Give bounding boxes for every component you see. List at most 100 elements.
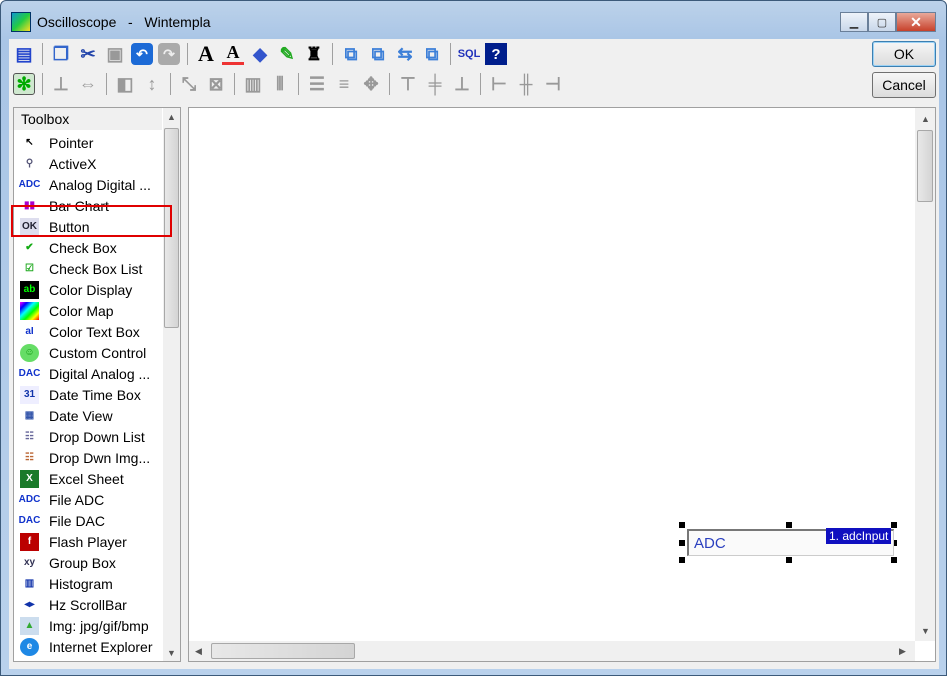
check-box-icon: ✔ bbox=[20, 238, 39, 257]
custom-control-icon: ☺ bbox=[20, 343, 39, 362]
cut-icon[interactable]: ✂ bbox=[77, 43, 99, 65]
close-button[interactable]: ✕ bbox=[896, 12, 936, 32]
date-time-box-icon: 31 bbox=[20, 385, 39, 404]
screw-icon[interactable]: ♜ bbox=[303, 43, 325, 65]
toolbox-item[interactable]: ◂▸ Hz ScrollBar bbox=[14, 594, 164, 615]
send-back-icon[interactable]: ⧉ bbox=[367, 43, 389, 65]
toolbox-item[interactable]: DAC Digital Analog ... bbox=[14, 363, 164, 384]
shrink-icon[interactable]: ⊠ bbox=[205, 73, 227, 95]
histogram-icon: ▥ bbox=[24, 578, 35, 589]
toolbox-item[interactable]: aI Color Text Box bbox=[14, 321, 164, 342]
toolbox-item[interactable]: ADC File ADC bbox=[14, 489, 164, 510]
toolbox-item[interactable]: ⚲ ActiveX bbox=[14, 153, 164, 174]
excel-icon: X bbox=[20, 469, 39, 488]
paste-icon[interactable]: ▣ bbox=[104, 43, 126, 65]
fill-color-icon[interactable]: ◆ bbox=[249, 43, 271, 65]
toolbox-scrollbar[interactable]: ▲ ▼ bbox=[163, 108, 180, 661]
align-top-icon[interactable]: ⊤ bbox=[397, 73, 419, 95]
toolbox-item-label: Histogram bbox=[49, 575, 113, 592]
shrink-icon[interactable]: ⤡ bbox=[178, 73, 200, 95]
tab-order-icon[interactable]: ✻ bbox=[13, 73, 35, 95]
space-v-icon[interactable]: ≡ bbox=[333, 73, 355, 95]
toolbox-item-label: Img: jpg/gif/bmp bbox=[49, 617, 149, 634]
align-icon[interactable]: ↕ bbox=[141, 73, 163, 95]
ok-button[interactable]: OK bbox=[872, 41, 936, 67]
center-icon[interactable]: ✥ bbox=[360, 73, 382, 95]
toolbox-item[interactable]: ✔ Check Box bbox=[14, 237, 164, 258]
undo-icon[interactable]: ↶ bbox=[131, 43, 153, 65]
design-canvas[interactable]: ADC 1. adcInput ▲ ▼ ◀ ▶ bbox=[188, 107, 936, 662]
toolbox-item[interactable]: ▦ Date View bbox=[14, 405, 164, 426]
selection-highlight bbox=[11, 205, 172, 237]
swap-icon[interactable]: ⇆ bbox=[394, 43, 416, 65]
hz-scrollbar-icon: ◂▸ bbox=[24, 599, 35, 610]
align-left-icon[interactable]: ⊢ bbox=[488, 73, 510, 95]
date-view-icon: ▦ bbox=[24, 410, 35, 421]
toolbox-item[interactable]: ↖ Pointer bbox=[14, 132, 164, 153]
order-icon[interactable]: ⧉ bbox=[421, 43, 443, 65]
toolbox-item[interactable]: ▥ Histogram bbox=[14, 573, 164, 594]
canvas-hscrollbar[interactable]: ◀ ▶ bbox=[189, 641, 915, 661]
toolbox-item-label: Color Display bbox=[49, 281, 133, 298]
canvas-vscroll-thumb[interactable] bbox=[917, 130, 933, 202]
sql-icon[interactable]: SQL bbox=[458, 43, 481, 65]
group-box-icon: xy bbox=[23, 557, 36, 568]
toolbox-item[interactable]: 31 Date Time Box bbox=[14, 384, 164, 405]
toolbox-item[interactable]: IP IP Address bbox=[14, 657, 164, 662]
copy-icon[interactable]: ❐ bbox=[50, 43, 72, 65]
toolbox-item-label: Excel Sheet bbox=[49, 470, 124, 487]
drop-down-list-icon: ☷ bbox=[25, 431, 34, 442]
align-icon[interactable]: ⇔ bbox=[77, 73, 99, 95]
save-icon[interactable]: ▤ bbox=[13, 43, 35, 65]
toolbox-item[interactable]: DAC File DAC bbox=[14, 510, 164, 531]
align-icon[interactable]: ⊥ bbox=[50, 73, 72, 95]
canvas-vscrollbar[interactable]: ▲ ▼ bbox=[915, 108, 935, 641]
toolbox-item-label: Color Map bbox=[49, 302, 114, 319]
toolbox-item[interactable]: ADC Analog Digital ... bbox=[14, 174, 164, 195]
color-text-box-icon: aI bbox=[20, 322, 39, 341]
canvas-hscroll-thumb[interactable] bbox=[211, 643, 355, 659]
toolbox-item[interactable]: xy Group Box bbox=[14, 552, 164, 573]
dac-icon: DAC bbox=[18, 368, 41, 379]
align-center-icon[interactable]: ╫ bbox=[515, 73, 537, 95]
help-icon[interactable]: ? bbox=[485, 43, 507, 65]
toolbox-item[interactable]: X Excel Sheet bbox=[14, 468, 164, 489]
ip-icon: IP bbox=[20, 659, 39, 662]
align-right-icon[interactable]: ⊣ bbox=[542, 73, 564, 95]
space-v-icon[interactable]: ☰ bbox=[306, 73, 328, 95]
ie-icon: e bbox=[20, 637, 39, 656]
pencils-icon[interactable]: ✎ bbox=[276, 43, 298, 65]
bring-front-icon[interactable]: ⧉ bbox=[340, 43, 362, 65]
toolbox-item-label: ActiveX bbox=[49, 155, 97, 172]
check-box-list-icon: ☑ bbox=[25, 263, 34, 274]
align-bottom-icon[interactable]: ⊥ bbox=[451, 73, 473, 95]
toolbox-item-label: Color Text Box bbox=[49, 323, 140, 340]
toolbox-item[interactable]: Color Map bbox=[14, 300, 164, 321]
toolbox-item[interactable]: ab Color Display bbox=[14, 279, 164, 300]
maximize-button[interactable]: ▢ bbox=[868, 12, 896, 32]
toolbox-item[interactable]: ▲ Img: jpg/gif/bmp bbox=[14, 615, 164, 636]
toolbox-item[interactable]: f Flash Player bbox=[14, 531, 164, 552]
color-map-icon bbox=[20, 301, 39, 320]
space-h-icon[interactable]: ▥ bbox=[242, 73, 264, 95]
toolbox-item-label: Drop Down List bbox=[49, 428, 145, 445]
app-icon bbox=[11, 12, 31, 32]
align-middle-icon[interactable]: ╪ bbox=[424, 73, 446, 95]
file-dac-icon: DAC bbox=[18, 515, 41, 526]
title-bar: Oscilloscope - Wintempla bbox=[11, 9, 211, 35]
align-icon[interactable]: ◧ bbox=[114, 73, 136, 95]
space-h-icon[interactable]: ⦀ bbox=[269, 73, 291, 95]
redo-icon[interactable]: ↷ bbox=[158, 43, 180, 65]
font-color-icon[interactable]: A bbox=[222, 42, 244, 65]
toolbox-item-label: Custom Control bbox=[49, 344, 147, 361]
toolbox-item[interactable]: ☺ Custom Control bbox=[14, 342, 164, 363]
toolbox-item[interactable]: ☑ Check Box List bbox=[14, 258, 164, 279]
font-icon[interactable]: A bbox=[195, 41, 217, 66]
minimize-button[interactable]: ▁ bbox=[840, 12, 868, 32]
toolbox-item-label: Check Box List bbox=[49, 260, 143, 277]
cancel-button[interactable]: Cancel bbox=[872, 72, 936, 98]
toolbox-item[interactable]: ☷ Drop Dwn Img... bbox=[14, 447, 164, 468]
toolbox-item-label: Pointer bbox=[49, 134, 94, 151]
toolbox-item[interactable]: ☷ Drop Down List bbox=[14, 426, 164, 447]
toolbox-item[interactable]: e Internet Explorer bbox=[14, 636, 164, 657]
